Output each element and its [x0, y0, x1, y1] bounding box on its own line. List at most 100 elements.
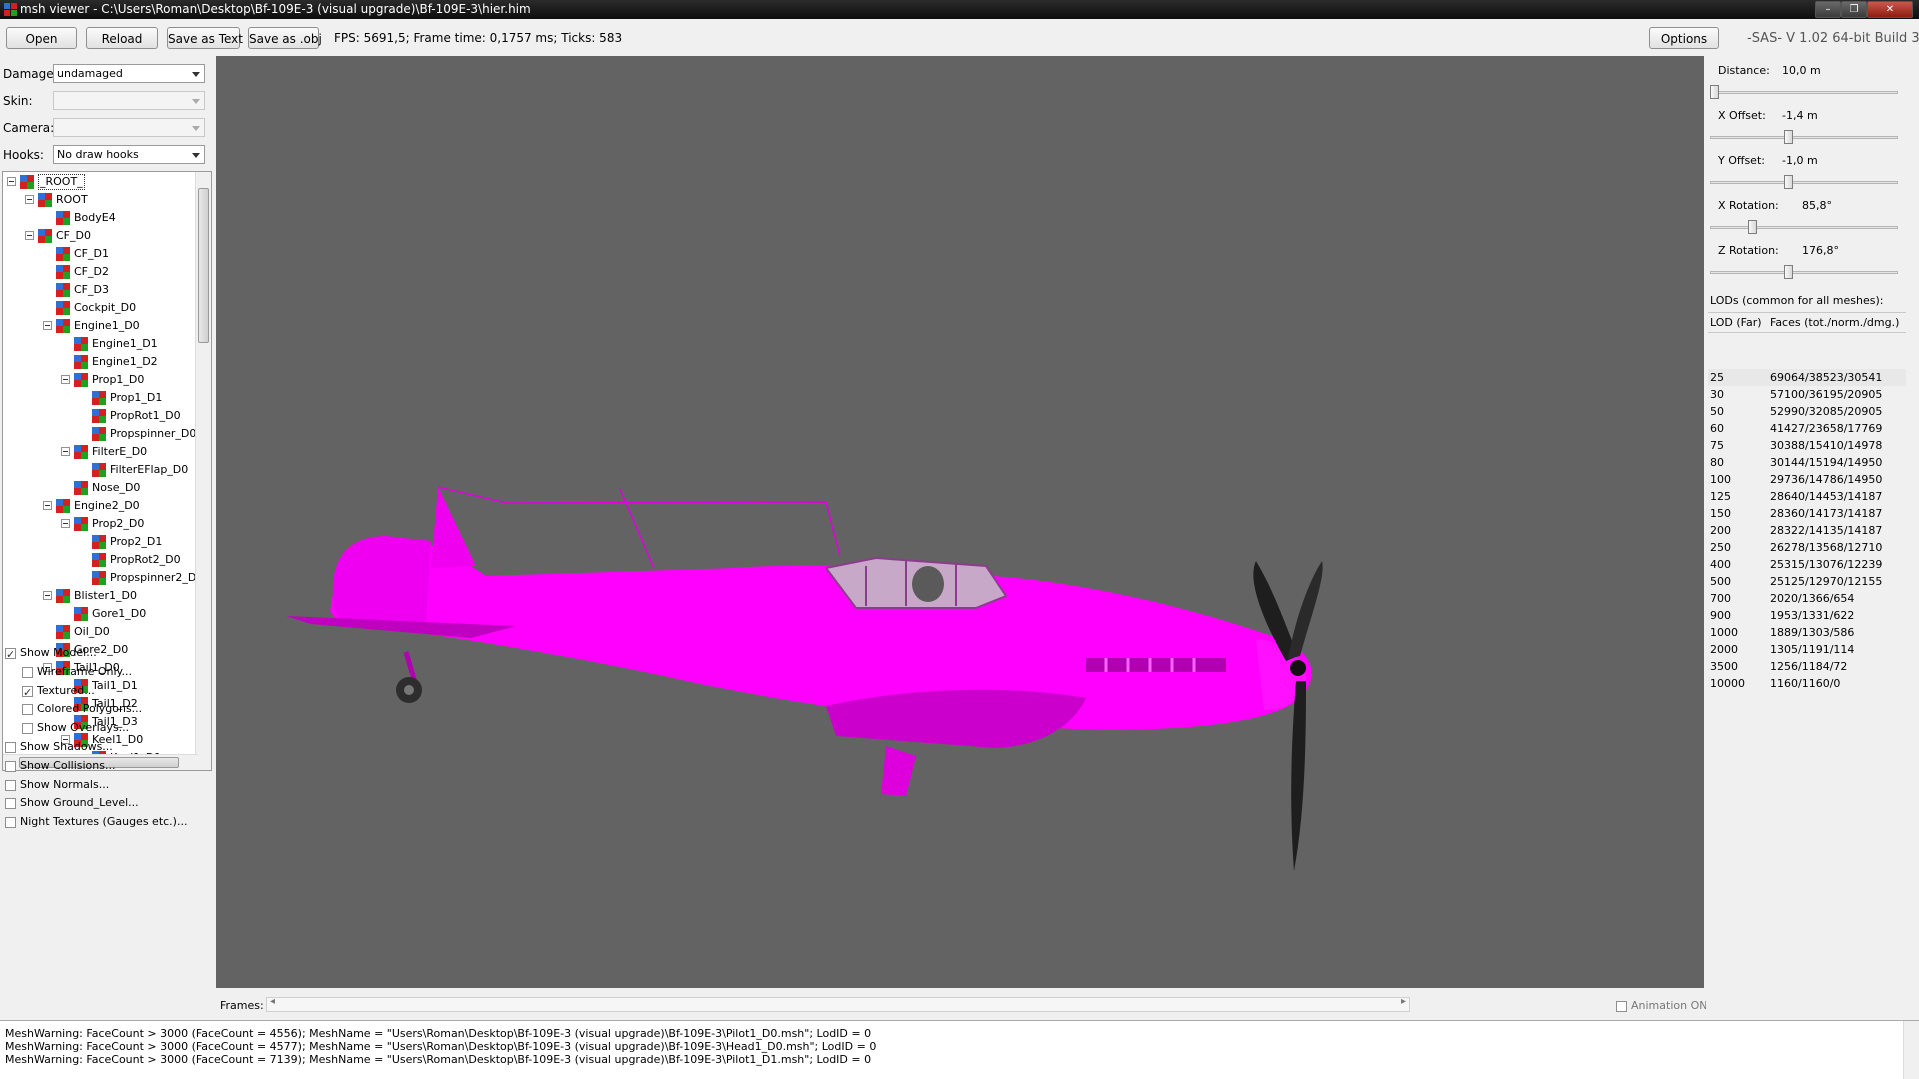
- save-as-text-button[interactable]: Save as Text: [167, 27, 243, 49]
- checkbox-box[interactable]: [1616, 1001, 1627, 1012]
- checkbox-box[interactable]: [22, 666, 33, 678]
- mesh-node-icon: [92, 427, 106, 441]
- lod-row[interactable]: 30 57100/36195/20905: [1708, 386, 1906, 403]
- tree-node-label: Prop1_D1: [110, 391, 163, 404]
- mesh-node-icon: [74, 373, 88, 387]
- lod-row[interactable]: 100 29736/14786/14950: [1708, 471, 1906, 488]
- collapse-toggle-icon[interactable]: [43, 321, 52, 330]
- checkbox-box[interactable]: [5, 742, 16, 753]
- skin-select[interactable]: [53, 91, 205, 110]
- lod-row[interactable]: 400 25315/13076/12239: [1708, 556, 1906, 573]
- x-rotation-slider[interactable]: [1710, 220, 1898, 234]
- option-label: Textured...: [37, 683, 95, 697]
- minimize-button[interactable]: –: [1815, 1, 1841, 18]
- lod-row[interactable]: 150 28360/14173/14187: [1708, 505, 1906, 522]
- mesh-node-icon: [92, 535, 106, 549]
- tree-node-label: Gore1_D0: [92, 607, 147, 620]
- root-node-icon: [20, 175, 34, 189]
- distance-slider[interactable]: [1710, 85, 1898, 99]
- mesh-node-icon: [74, 517, 88, 531]
- option-label: Colored Polygons...: [37, 702, 143, 716]
- lod-row[interactable]: 900 1953/1331/622: [1708, 607, 1906, 624]
- open-button[interactable]: Open: [6, 27, 77, 49]
- distance-label: Distance:: [1718, 64, 1770, 77]
- collapse-toggle-icon[interactable]: [61, 447, 70, 456]
- animation-on-label: Animation ON: [1631, 999, 1708, 1012]
- tree-node-label: Prop2_D0: [92, 517, 145, 530]
- checkbox-box[interactable]: [5, 645, 16, 665]
- collapse-toggle-icon[interactable]: [61, 519, 70, 528]
- close-button[interactable]: ✕: [1867, 1, 1913, 18]
- title-bar: msh viewer - C:\Users\Roman\Desktop\Bf-1…: [0, 0, 1919, 19]
- checkbox-box[interactable]: [5, 760, 16, 772]
- checkbox-box[interactable]: [22, 723, 33, 735]
- tree-node-label: FilterE_D0: [92, 445, 148, 458]
- checkbox-box[interactable]: [22, 683, 33, 703]
- lod-row[interactable]: 80 30144/15194/14950: [1708, 454, 1906, 471]
- lod-row[interactable]: 250 26278/13568/12710: [1708, 539, 1906, 556]
- lod-row[interactable]: 75 30388/15410/14978: [1708, 437, 1906, 454]
- lod-distance-cell: 250: [1710, 541, 1731, 554]
- collapse-toggle-icon[interactable]: [43, 501, 52, 510]
- lod-row[interactable]: 3500 1256/1184/72: [1708, 658, 1906, 675]
- save-as-obj-button[interactable]: Save as .obj: [248, 27, 322, 49]
- scroll-left-icon[interactable]: ◂: [270, 996, 275, 1007]
- y-offset-slider[interactable]: [1710, 175, 1898, 189]
- lod-row[interactable]: 500 25125/12970/12155: [1708, 573, 1906, 590]
- lod-row[interactable]: 200 28322/14135/14187: [1708, 522, 1906, 539]
- collapse-toggle-icon[interactable]: [7, 177, 16, 186]
- damage-select[interactable]: undamaged: [53, 64, 205, 83]
- tree-node-label: Engine1_D1: [92, 337, 158, 350]
- checkbox-box[interactable]: [22, 704, 33, 716]
- fps-readout: FPS: 5691,5; Frame time: 0,1757 ms; Tick…: [334, 31, 623, 45]
- lod-faces-cell: 28360/14173/14187: [1770, 507, 1883, 520]
- lod-row[interactable]: 1000 1889/1303/586: [1708, 624, 1906, 641]
- tree-node-label: Prop1_D0: [92, 373, 145, 386]
- mesh-node-icon: [92, 463, 106, 477]
- lod-row[interactable]: 10000 1160/1160/0: [1708, 675, 1906, 692]
- slider-thumb[interactable]: [1783, 130, 1793, 144]
- slider-thumb[interactable]: [1783, 175, 1793, 189]
- lod-row[interactable]: 50 52990/32085/20905: [1708, 403, 1906, 420]
- x-offset-slider[interactable]: [1710, 130, 1898, 144]
- lod-row[interactable]: 60 41427/23658/17769: [1708, 420, 1906, 437]
- collapse-toggle-icon[interactable]: [25, 231, 34, 240]
- scrollbar-thumb[interactable]: [198, 188, 209, 343]
- frames-scrollbar[interactable]: ◂ ▸: [266, 996, 1410, 1012]
- lod-row[interactable]: 25 69064/38523/30541: [1708, 369, 1906, 386]
- log-line: MeshWarning: FaceCount > 3000 (FaceCount…: [5, 1040, 877, 1053]
- collapse-toggle-icon[interactable]: [61, 375, 70, 384]
- maximize-button[interactable]: ❐: [1841, 1, 1867, 18]
- lod-row[interactable]: 2000 1305/1191/114: [1708, 641, 1906, 658]
- lod-faces-cell: 26278/13568/12710: [1770, 541, 1883, 554]
- slider-thumb[interactable]: [1710, 85, 1719, 99]
- reload-button[interactable]: Reload: [86, 27, 158, 49]
- hooks-select[interactable]: No draw hooks: [53, 145, 205, 164]
- tree-vertical-scrollbar[interactable]: [195, 172, 211, 770]
- lod-row[interactable]: 125 28640/14453/14187: [1708, 488, 1906, 505]
- lod-distance-cell: 500: [1710, 575, 1731, 588]
- lod-distance-cell: 400: [1710, 558, 1731, 571]
- tree-node-label: _ROOT_: [38, 174, 85, 190]
- options-button[interactable]: Options: [1649, 27, 1719, 49]
- slider-thumb[interactable]: [1747, 220, 1757, 234]
- chevron-down-icon: [192, 153, 200, 158]
- tree-node-label: PropRot2_D0: [110, 553, 181, 566]
- checkbox-box[interactable]: [5, 817, 16, 829]
- lod-row[interactable]: 700 2020/1366/654: [1708, 590, 1906, 607]
- scroll-right-icon[interactable]: ▸: [1401, 996, 1406, 1007]
- mesh-node-icon: [74, 445, 88, 459]
- slider-thumb[interactable]: [1783, 265, 1793, 279]
- collapse-toggle-icon[interactable]: [43, 591, 52, 600]
- checkbox-box[interactable]: [5, 779, 16, 791]
- right-panel: Distance: 10,0 m X Offset: -1,4 m Y Offs…: [1706, 56, 1919, 1020]
- tree-node-label: Engine2_D0: [74, 499, 140, 512]
- z-rotation-slider[interactable]: [1710, 265, 1898, 279]
- 3d-viewport[interactable]: [216, 56, 1704, 988]
- log-scrollbar[interactable]: [1903, 1021, 1919, 1079]
- checkbox-box[interactable]: [5, 798, 16, 810]
- lod-distance-cell: 700: [1710, 592, 1731, 605]
- aircraft-model: [286, 486, 1323, 871]
- collapse-toggle-icon[interactable]: [25, 195, 34, 204]
- camera-select[interactable]: [53, 118, 205, 137]
